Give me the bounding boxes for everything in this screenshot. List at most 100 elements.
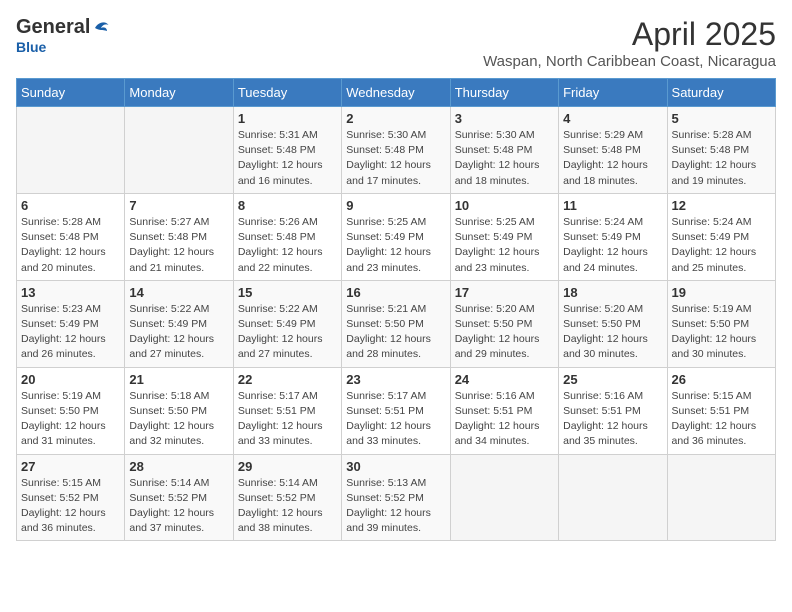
month-year-title: April 2025 [483,16,776,53]
day-number: 5 [672,111,771,126]
day-number: 16 [346,285,445,300]
calendar-week-4: 20 Sunrise: 5:19 AMSunset: 5:50 PMDayligh… [17,367,776,454]
weekday-header-sunday: Sunday [17,79,125,107]
day-number: 21 [129,372,228,387]
day-detail: Sunrise: 5:14 AMSunset: 5:52 PMDaylight:… [238,476,337,537]
day-number: 4 [563,111,662,126]
day-number: 20 [21,372,120,387]
day-detail: Sunrise: 5:15 AMSunset: 5:51 PMDaylight:… [672,389,771,450]
day-number: 29 [238,459,337,474]
calendar-week-1: 1Sunrise: 5:31 AMSunset: 5:48 PMDaylight… [17,107,776,194]
day-detail: Sunrise: 5:16 AMSunset: 5:51 PMDaylight:… [455,389,554,450]
calendar-cell: 13 Sunrise: 5:23 AMSunset: 5:49 PMDayligh… [17,280,125,367]
day-number: 15 [238,285,337,300]
day-detail: Sunrise: 5:29 AMSunset: 5:48 PMDaylight:… [563,128,662,189]
day-number: 7 [129,198,228,213]
calendar-cell: 28 Sunrise: 5:14 AMSunset: 5:52 PMDayligh… [125,454,233,541]
calendar-cell: 23Sunrise: 5:17 AMSunset: 5:51 PMDayligh… [342,367,450,454]
day-number: 19 [672,285,771,300]
day-detail: Sunrise: 5:14 AMSunset: 5:52 PMDaylight:… [129,476,228,537]
location-subtitle: Waspan, North Caribbean Coast, Nicaragua [483,53,776,70]
day-number: 1 [238,111,337,126]
day-number: 11 [563,198,662,213]
title-area: April 2025 Waspan, North Caribbean Coast… [483,16,776,70]
day-detail: Sunrise: 5:19 AMSunset: 5:50 PMDaylight:… [672,302,771,363]
day-detail: Sunrise: 5:30 AMSunset: 5:48 PMDaylight:… [346,128,445,189]
day-detail: Sunrise: 5:21 AMSunset: 5:50 PMDaylight:… [346,302,445,363]
calendar-cell: 27 Sunrise: 5:15 AMSunset: 5:52 PMDayligh… [17,454,125,541]
calendar-cell [667,454,775,541]
weekday-header-friday: Friday [559,79,667,107]
calendar-cell: 4 Sunrise: 5:29 AMSunset: 5:48 PMDaylight… [559,107,667,194]
logo-general-text: General [16,16,90,39]
day-number: 22 [238,372,337,387]
calendar-cell: 14 Sunrise: 5:22 AMSunset: 5:49 PMDayligh… [125,280,233,367]
day-number: 12 [672,198,771,213]
day-number: 17 [455,285,554,300]
calendar-cell: 5 Sunrise: 5:28 AMSunset: 5:48 PMDaylight… [667,107,775,194]
day-detail: Sunrise: 5:28 AMSunset: 5:48 PMDaylight:… [672,128,771,189]
day-detail: Sunrise: 5:25 AMSunset: 5:49 PMDaylight:… [455,215,554,276]
calendar-cell: 30Sunrise: 5:13 AMSunset: 5:52 PMDayligh… [342,454,450,541]
calendar-header-row: SundayMondayTuesdayWednesdayThursdayFrid… [17,79,776,107]
calendar-cell: 9 Sunrise: 5:25 AMSunset: 5:49 PMDaylight… [342,193,450,280]
calendar-cell: 8Sunrise: 5:26 AMSunset: 5:48 PMDaylight… [233,193,341,280]
day-number: 3 [455,111,554,126]
day-detail: Sunrise: 5:22 AMSunset: 5:49 PMDaylight:… [129,302,228,363]
day-number: 6 [21,198,120,213]
logo: General Blue [16,16,110,57]
calendar-cell [17,107,125,194]
calendar-cell: 17Sunrise: 5:20 AMSunset: 5:50 PMDayligh… [450,280,558,367]
day-number: 24 [455,372,554,387]
day-number: 26 [672,372,771,387]
day-number: 28 [129,459,228,474]
day-detail: Sunrise: 5:30 AMSunset: 5:48 PMDaylight:… [455,128,554,189]
day-detail: Sunrise: 5:15 AMSunset: 5:52 PMDaylight:… [21,476,120,537]
weekday-header-monday: Monday [125,79,233,107]
day-number: 18 [563,285,662,300]
calendar-cell: 15 Sunrise: 5:22 AMSunset: 5:49 PMDayligh… [233,280,341,367]
calendar-cell [450,454,558,541]
calendar-week-2: 6 Sunrise: 5:28 AMSunset: 5:48 PMDaylight… [17,193,776,280]
day-number: 27 [21,459,120,474]
calendar-cell: 12Sunrise: 5:24 AMSunset: 5:49 PMDayligh… [667,193,775,280]
calendar-cell: 24 Sunrise: 5:16 AMSunset: 5:51 PMDayligh… [450,367,558,454]
day-detail: Sunrise: 5:18 AMSunset: 5:50 PMDaylight:… [129,389,228,450]
day-detail: Sunrise: 5:27 AMSunset: 5:48 PMDaylight:… [129,215,228,276]
day-number: 10 [455,198,554,213]
day-detail: Sunrise: 5:19 AMSunset: 5:50 PMDaylight:… [21,389,120,450]
calendar-cell: 7 Sunrise: 5:27 AMSunset: 5:48 PMDaylight… [125,193,233,280]
day-detail: Sunrise: 5:24 AMSunset: 5:49 PMDaylight:… [563,215,662,276]
logo-bird-icon [92,19,110,37]
calendar-cell: 10 Sunrise: 5:25 AMSunset: 5:49 PMDayligh… [450,193,558,280]
day-detail: Sunrise: 5:23 AMSunset: 5:49 PMDaylight:… [21,302,120,363]
day-number: 9 [346,198,445,213]
calendar-table: SundayMondayTuesdayWednesdayThursdayFrid… [16,78,776,541]
calendar-cell: 29 Sunrise: 5:14 AMSunset: 5:52 PMDayligh… [233,454,341,541]
calendar-week-3: 13 Sunrise: 5:23 AMSunset: 5:49 PMDayligh… [17,280,776,367]
calendar-cell: 18Sunrise: 5:20 AMSunset: 5:50 PMDayligh… [559,280,667,367]
day-detail: Sunrise: 5:22 AMSunset: 5:49 PMDaylight:… [238,302,337,363]
calendar-cell: 2Sunrise: 5:30 AMSunset: 5:48 PMDaylight… [342,107,450,194]
day-detail: Sunrise: 5:13 AMSunset: 5:52 PMDaylight:… [346,476,445,537]
calendar-cell: 19 Sunrise: 5:19 AMSunset: 5:50 PMDayligh… [667,280,775,367]
day-number: 8 [238,198,337,213]
logo-blue-text: Blue [16,39,46,55]
day-number: 14 [129,285,228,300]
day-number: 25 [563,372,662,387]
day-detail: Sunrise: 5:25 AMSunset: 5:49 PMDaylight:… [346,215,445,276]
calendar-cell: 26 Sunrise: 5:15 AMSunset: 5:51 PMDayligh… [667,367,775,454]
calendar-cell: 16 Sunrise: 5:21 AMSunset: 5:50 PMDayligh… [342,280,450,367]
calendar-cell: 20 Sunrise: 5:19 AMSunset: 5:50 PMDayligh… [17,367,125,454]
day-number: 13 [21,285,120,300]
weekday-header-tuesday: Tuesday [233,79,341,107]
weekday-header-wednesday: Wednesday [342,79,450,107]
weekday-header-saturday: Saturday [667,79,775,107]
calendar-cell: 21 Sunrise: 5:18 AMSunset: 5:50 PMDayligh… [125,367,233,454]
calendar-cell: 22Sunrise: 5:17 AMSunset: 5:51 PMDayligh… [233,367,341,454]
day-detail: Sunrise: 5:28 AMSunset: 5:48 PMDaylight:… [21,215,120,276]
day-number: 23 [346,372,445,387]
weekday-header-thursday: Thursday [450,79,558,107]
calendar-cell: 6 Sunrise: 5:28 AMSunset: 5:48 PMDaylight… [17,193,125,280]
day-detail: Sunrise: 5:16 AMSunset: 5:51 PMDaylight:… [563,389,662,450]
